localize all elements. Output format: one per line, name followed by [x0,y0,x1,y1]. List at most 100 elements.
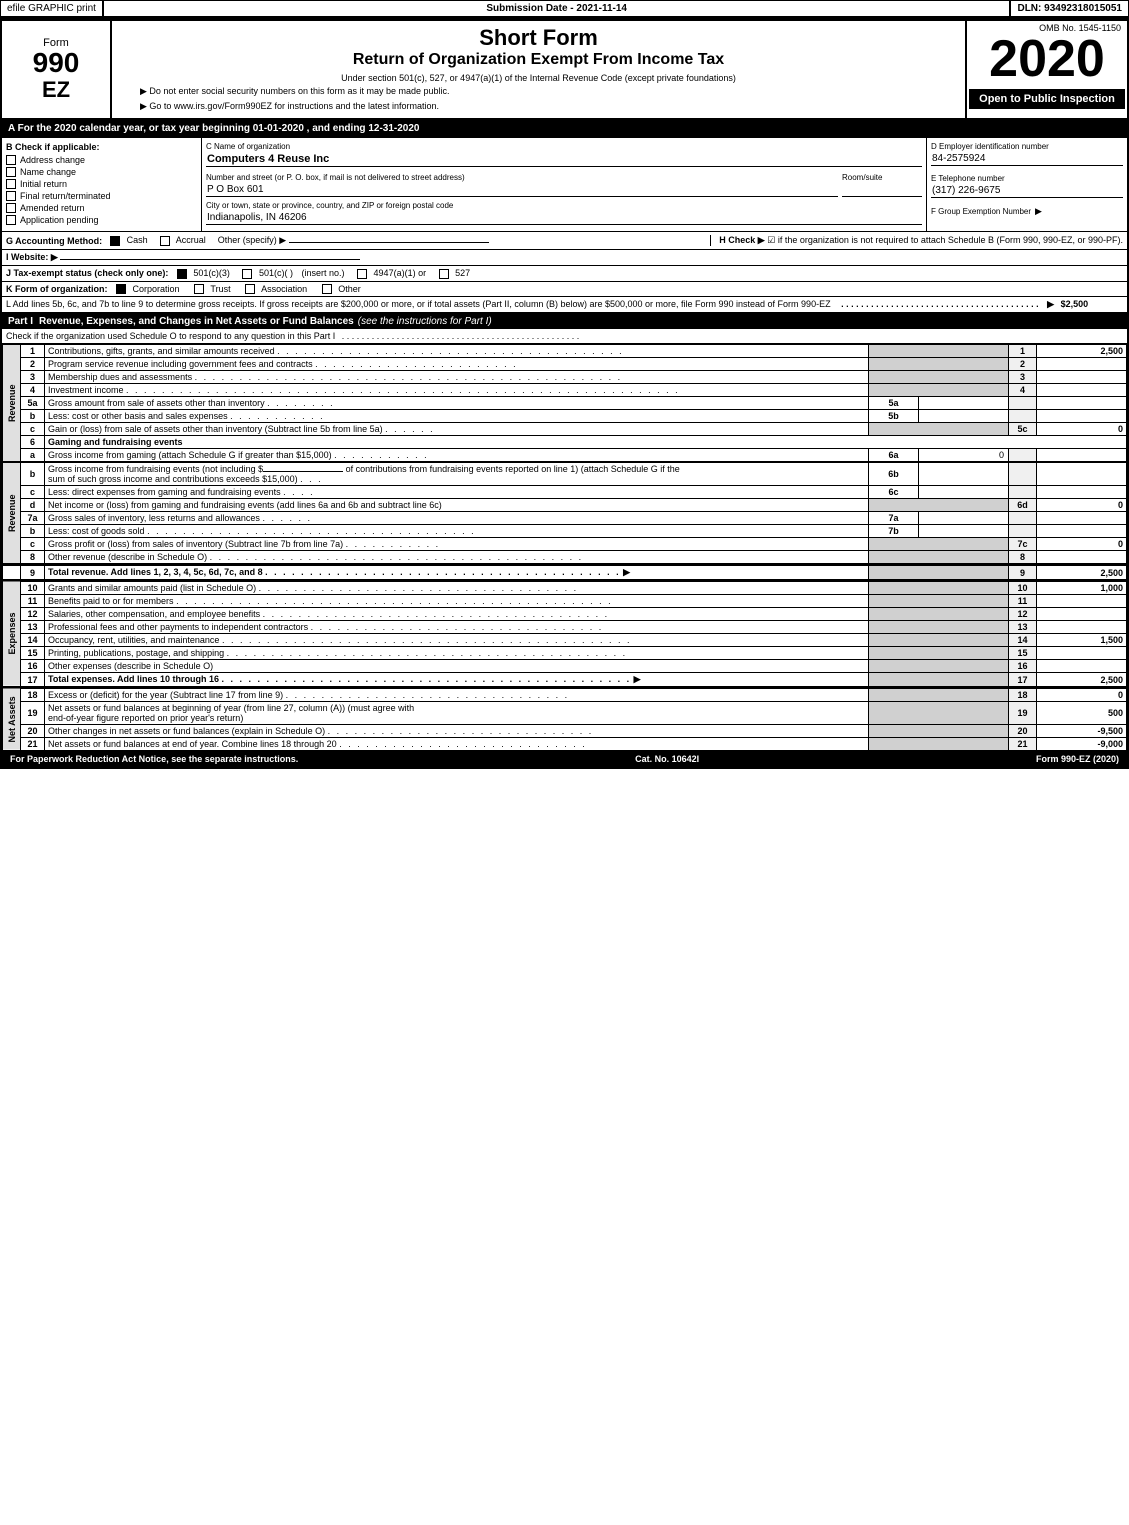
phone-value: (317) 226-9675 [931,184,1123,198]
row-val-19: 500 [1037,702,1127,725]
e-label: E Telephone number [931,174,1123,183]
h-section: H Check ▶ ☑ if the organization is not r… [710,235,1123,246]
name-change-checkbox[interactable] [6,167,16,177]
k-trust-container: Trust [194,284,233,294]
row-val-2 [1037,358,1127,371]
row-desc-5b: Less: cost or other basis and sales expe… [45,410,869,423]
initial-return-label: Initial return [20,179,67,189]
part1-title-note: (see the instructions for Part I) [358,316,492,327]
k-section: K Form of organization: Corporation Trus… [2,282,1127,298]
table-row-total-revenue: 9 Total revenue. Add lines 1, 2, 3, 4, 5… [3,565,1127,580]
row-val-11 [1037,595,1127,608]
application-pending-checkbox[interactable] [6,215,16,225]
row-desc-6a: Gross income from gaming (attach Schedul… [45,449,869,462]
part1-check-dots: . . . . . . . . . . . . . . . . . . . . … [342,331,580,341]
final-return-checkbox[interactable] [6,191,16,201]
row-lineno-4: 4 [1009,384,1037,397]
l-text: L Add lines 5b, 6c, and 7b to line 9 to … [6,299,831,309]
c-label: C Name of organization [206,142,922,151]
k-trust-checkbox[interactable] [194,284,204,294]
row-desc-6: Gaming and fundraising events [45,436,1127,449]
row-num-20: 20 [21,725,45,738]
row-num-12: 12 [21,608,45,621]
footer-right: Form 990-EZ (2020) [1036,754,1119,764]
form-header: Form 990 EZ Short Form Return of Organiz… [2,21,1127,120]
application-pending-label: Application pending [20,215,99,225]
dln-number: DLN: 93492318015051 [1010,0,1129,17]
table-row: 13 Professional fees and other payments … [3,621,1127,634]
row-num-2: 2 [21,358,45,371]
row-sublineno-6c: 6c [869,486,919,499]
table-row: 16 Other expenses (describe in Schedule … [3,660,1127,673]
row-desc-21: Net assets or fund balances at end of ye… [45,738,869,751]
g-accrual-checkbox[interactable] [160,236,170,246]
row-sublineno-6b: 6b [869,463,919,486]
row-num-9: 9 [21,565,45,580]
initial-return-checkbox[interactable] [6,179,16,189]
row-desc-5a: Gross amount from sale of assets other t… [45,397,869,410]
instruction2: ▶ Go to www.irs.gov/Form990EZ for instru… [140,101,957,112]
g-other-value[interactable] [289,242,489,243]
table-row: Net Assets 18 Excess or (deficit) for th… [3,688,1127,702]
k-assoc-label: Association [261,284,307,294]
row-val-10: 1,000 [1037,581,1127,595]
row-desc-6d: Net income or (loss) from gaming and fun… [45,499,869,512]
year-badge: 2020 [989,33,1105,85]
g-section: G Accounting Method: Cash Accrual Other … [2,232,1127,250]
row-val-17: 2,500 [1037,673,1127,687]
table-row: c Gross profit or (loss) from sales of i… [3,538,1127,551]
city-label: City or town, state or province, country… [206,201,922,210]
i-website-value[interactable] [60,259,360,260]
address-label: Number and street (or P. O. box, if mail… [206,173,838,182]
j-527-label: 527 [455,268,470,278]
table-row-total-expenses: 17 Total expenses. Add lines 10 through … [3,673,1127,687]
form-title-section: Short Form Return of Organization Exempt… [112,21,967,118]
checkbox-application-pending: Application pending [6,215,197,225]
k-corp-label: Corporation [133,284,180,294]
k-other-checkbox[interactable] [322,284,332,294]
expenses-table: Expenses 10 Grants and similar amounts p… [2,580,1127,687]
j-4947-label: 4947(a)(1) or [374,268,427,278]
table-row: 14 Occupancy, rent, utilities, and maint… [3,634,1127,647]
j-501c3-checkbox[interactable] [177,269,187,279]
row-num-5b: b [21,410,45,423]
city-value: Indianapolis, IN 46206 [206,211,922,225]
j-527-checkbox[interactable] [439,269,449,279]
form-header-right: OMB No. 1545-1150 2020 Open to Public In… [967,21,1127,118]
j-4947-checkbox[interactable] [357,269,367,279]
row-lineno-7c: 7c [1009,538,1037,551]
table-row: b Less: cost or other basis and sales ex… [3,410,1127,423]
k-label: K Form of organization: [6,284,108,294]
row-lineno-11: 11 [1009,595,1037,608]
row-val-3 [1037,371,1127,384]
table-row: Expenses 10 Grants and similar amounts p… [3,581,1127,595]
row-num-5c: c [21,423,45,436]
j-527-container: 527 [439,268,471,278]
table-row: 12 Salaries, other compensation, and emp… [3,608,1127,621]
address-change-checkbox[interactable] [6,155,16,165]
j-501c-checkbox[interactable] [242,269,252,279]
k-assoc-checkbox[interactable] [245,284,255,294]
row-num-14: 14 [21,634,45,647]
table-row: Revenue 1 Contributions, gifts, grants, … [3,345,1127,358]
row-subval-6a: 0 [919,449,1009,462]
j-501c-label: 501(c)( ) [259,268,293,278]
k-assoc-container: Association [245,284,310,294]
amended-return-checkbox[interactable] [6,203,16,213]
revenue-table: Revenue 1 Contributions, gifts, grants, … [2,344,1127,462]
g-cash-checkbox[interactable] [110,236,120,246]
row-subval-5a [919,397,1009,410]
table-row: 5a Gross amount from sale of assets othe… [3,397,1127,410]
table-row: c Less: direct expenses from gaming and … [3,486,1127,499]
row-val-20: -9,500 [1037,725,1127,738]
fundraising-amount[interactable] [263,471,343,472]
h-label: H Check ▶ [719,235,764,245]
row-sublineno-7a: 7a [869,512,919,525]
row-val-13 [1037,621,1127,634]
table-row: 11 Benefits paid to or for members . . .… [3,595,1127,608]
row-num-16: 16 [21,660,45,673]
row-val-6d: 0 [1037,499,1127,512]
k-trust-label: Trust [210,284,230,294]
k-corp-checkbox[interactable] [116,284,126,294]
part1-title: Revenue, Expenses, and Changes in Net As… [39,316,354,327]
